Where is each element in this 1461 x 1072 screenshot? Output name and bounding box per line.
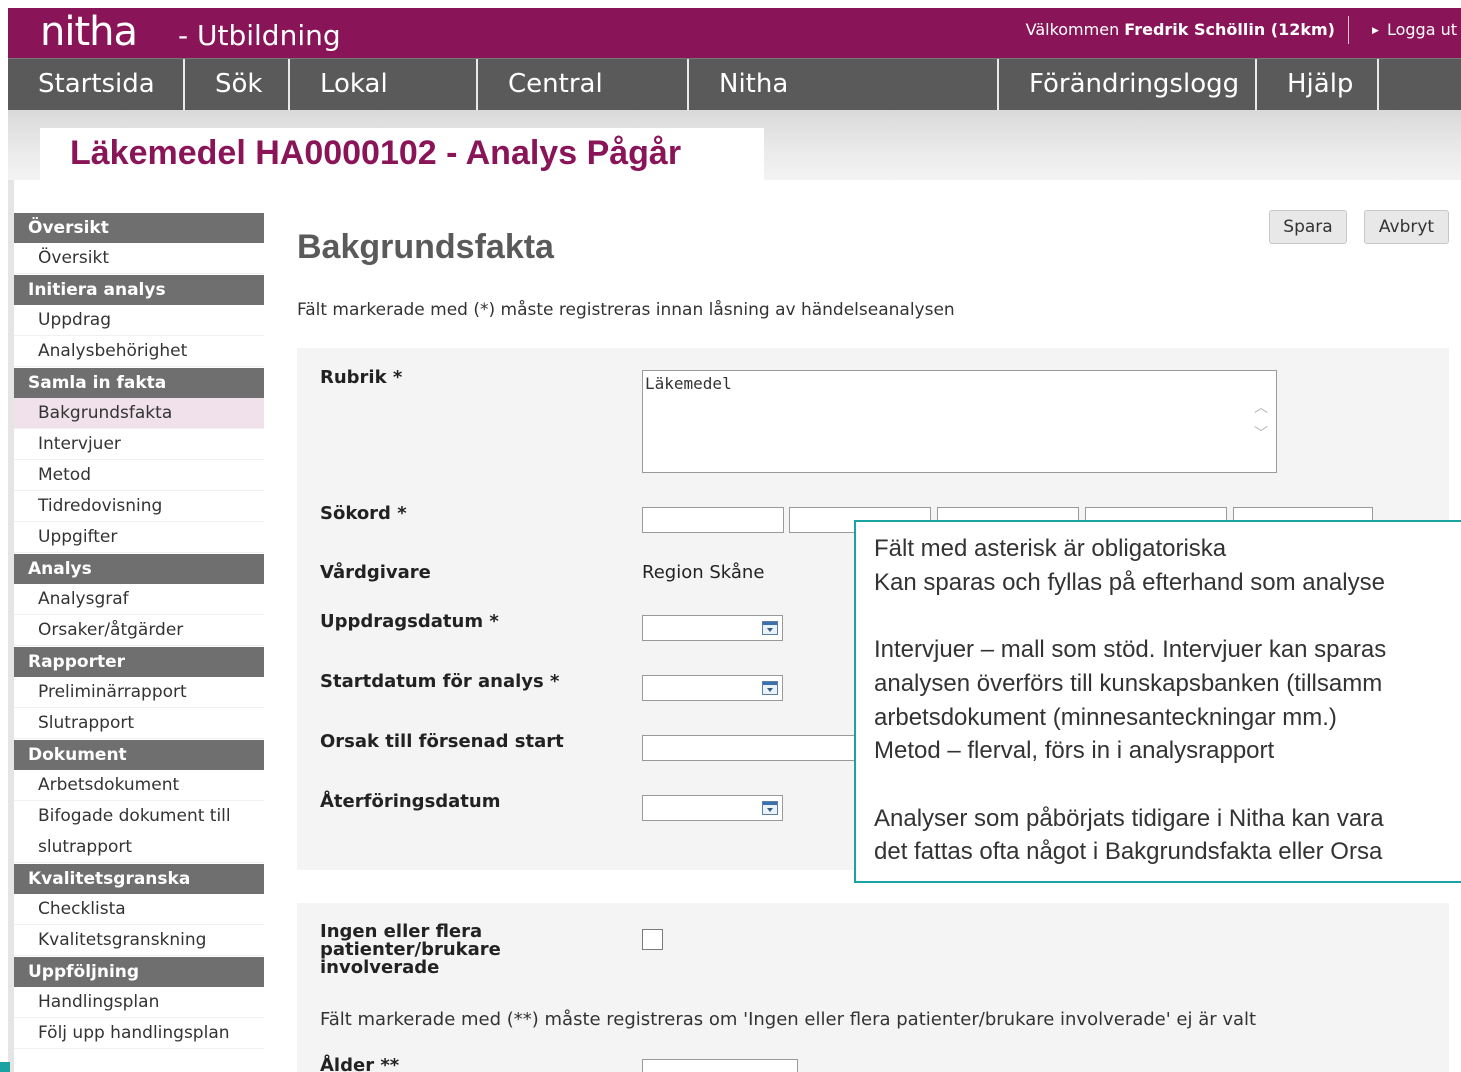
alder-label: Ålder ** [320,1055,400,1072]
orsak-input[interactable] [642,735,872,761]
calendar-icon [762,801,778,815]
calendar-button[interactable] [759,615,783,641]
left-margin [0,0,8,1072]
nav-sok[interactable]: Sök [185,59,290,110]
uppdragsdatum-label: Uppdragsdatum * [320,611,499,632]
sidebar-section-oversikt: Översikt [14,213,264,243]
chevron-down-icon: ﹀ [1254,426,1268,442]
nav-lokal-adm[interactable]: Lokal adm [290,59,478,149]
sidebar-section-initiera: Initiera analys [14,275,264,305]
welcome-prefix: Välkommen [1025,20,1120,39]
sidebar-section-dokument: Dokument [14,740,264,770]
page-title: Läkemedel HA0000102 - Analys Pågår [70,134,682,172]
sidebar-section-uppfoljning: Uppföljning [14,957,264,987]
brand-bar: nitha - Utbildning Välkommen Fredrik Sch… [8,8,1461,58]
nav-central-adm[interactable]: Central adm [478,59,689,149]
sidebar-item-metod[interactable]: Metod [14,460,264,491]
patients-label-line: involverade [320,957,440,978]
header-separator [1348,16,1349,44]
arrow-right-icon: ▶ [1372,26,1379,36]
rubrik-label: Rubrik * [320,367,403,388]
required-note: Fält markerade med (*) måste registreras… [297,300,955,320]
top-strip [0,0,1461,8]
startdatum-input[interactable] [642,675,760,701]
sidebar-item-kvalitetsgranskning[interactable]: Kvalitetsgranskning [14,925,264,956]
callout-line: arbetsdokument (minnesanteckningar mm.) [874,704,1337,731]
sidebar-item-preliminarrapport[interactable]: Preliminärrapport [14,677,264,708]
sidebar-item-bifogade-cont[interactable]: slutrapport [14,832,264,863]
sokord-label: Sökord * [320,503,407,524]
nav-hjalp[interactable]: Hjälp [1257,59,1379,110]
sidebar-item-checklista[interactable]: Checklista [14,894,264,925]
section-heading: Bakgrundsfakta [297,228,554,266]
sidebar-item-analysgraf[interactable]: Analysgraf [14,584,264,615]
callout-line: Fält med asterisk är obligatoriska [874,535,1227,562]
callout-line: Kan sparas och fyllas på efterhand som a… [874,569,1385,596]
sidebar-item-handlingsplan[interactable]: Handlingsplan [14,987,264,1018]
sidebar-section-rapporter: Rapporter [14,647,264,677]
sidebar-item-bifogade[interactable]: Bifogade dokument till [14,801,264,832]
welcome-text: Välkommen Fredrik Schöllin (12km) [1026,20,1335,39]
uppdragsdatum-input[interactable] [642,615,760,641]
aterforing-input[interactable] [642,795,760,821]
sidebar-item-uppdrag[interactable]: Uppdrag [14,305,264,336]
callout-line: Analyser som påbörjats tidigare i Nitha … [874,805,1384,832]
nav-startsida[interactable]: Startsida [8,59,185,110]
main-nav: Startsida Sök Lokal adm Central adm Nith… [8,58,1461,149]
vardgivare-value: Region Skåne [642,562,765,583]
sidebar-item-uppgifter[interactable]: Uppgifter [14,522,264,553]
aterforing-label: Återföringsdatum [320,791,501,812]
sidebar-item-folj-upp[interactable]: Följ upp handlingsplan [14,1018,264,1049]
sidebar-item-tidredovisning[interactable]: Tidredovisning [14,491,264,522]
sidebar-section-analys: Analys [14,554,264,584]
sokord-input-1[interactable] [642,507,784,533]
sidebar-item-arbetsdokument[interactable]: Arbetsdokument [14,770,264,801]
slide-accent [0,1062,10,1072]
user-name: Fredrik Schöllin (12km) [1124,20,1335,39]
logout-link[interactable]: ▶ Logga ut [1372,20,1457,39]
patients-note: Fält markerade med (**) måste registrera… [320,1009,1257,1030]
save-button[interactable]: Spara [1269,210,1347,244]
title-bar: Läkemedel HA0000102 - Analys Pågår [8,110,1461,184]
logout-label: Logga ut [1386,20,1457,39]
calendar-icon [762,621,778,635]
alder-input[interactable] [642,1059,798,1072]
callout-line: Intervjuer – mall som stöd. Intervjuer k… [874,636,1387,663]
sidebar-item-analysbehorighet[interactable]: Analysbehörighet [14,336,264,367]
calendar-button[interactable] [759,675,783,701]
startdatum-label: Startdatum för analys * [320,671,560,692]
textarea-scroll[interactable]: ︿ ﹀ [1250,395,1272,451]
callout-line: det fattas ofta något i Bakgrundsfakta e… [874,838,1383,865]
app-name: - Utbildning [178,19,341,52]
calendar-button[interactable] [759,795,783,821]
patients-label: Ingen eller flera patienter/brukare invo… [320,923,501,977]
rubrik-value: Läkemedel [645,374,732,393]
nitha-logo[interactable]: nitha [40,10,138,54]
annotation-callout: Fält med asterisk är obligatoriska Kan s… [854,520,1461,883]
sidebar: Översikt Översikt Initiera analys Uppdra… [14,212,264,1049]
sidebar-item-intervjuer[interactable]: Intervjuer [14,429,264,460]
sidebar-item-orsaker[interactable]: Orsaker/åtgärder [14,615,264,646]
cancel-button[interactable]: Avbryt [1364,210,1449,244]
calendar-icon [762,681,778,695]
callout-line: Metod – flerval, förs in i analysrapport [874,737,1275,764]
sidebar-item-bakgrundsfakta[interactable]: Bakgrundsfakta [14,398,264,429]
callout-line: analysen överförs till kunskapsbanken (t… [874,670,1383,697]
sidebar-item-slutrapport[interactable]: Slutrapport [14,708,264,739]
sidebar-item-oversikt[interactable]: Översikt [14,243,264,274]
sidebar-section-samla: Samla in fakta [14,368,264,398]
vardgivare-label: Vårdgivare [320,562,431,583]
nav-kunskapsbank[interactable]: Nitha kunskapsbank [689,59,999,149]
sidebar-section-kvalitet: Kvalitetsgranska [14,864,264,894]
rubrik-field[interactable]: Läkemedel ︿ ﹀ [642,370,1277,473]
patients-checkbox[interactable] [642,929,663,950]
nav-forandringslogg[interactable]: Förändringslogg [999,59,1257,110]
chevron-up-icon: ︿ [1254,400,1268,416]
orsak-label: Orsak till försenad start [320,731,564,752]
